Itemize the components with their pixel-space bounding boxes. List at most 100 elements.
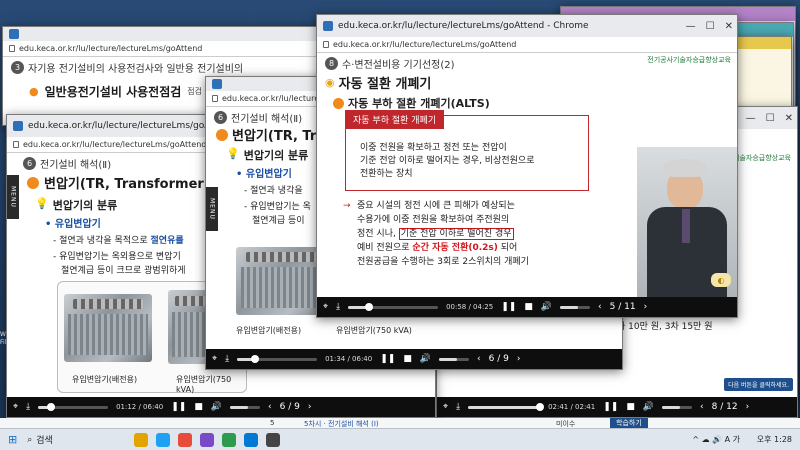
front-para-line-3: 정전 시나, 기준 전압 이하로 떨어진 경우 bbox=[357, 227, 529, 241]
stop-icon[interactable]: ■ bbox=[194, 402, 203, 412]
key-icon: ◉ bbox=[325, 76, 335, 89]
back2-menu-tab[interactable]: MENU bbox=[7, 175, 19, 219]
mid-heading: 변압기(TR, Tr bbox=[232, 129, 317, 144]
download-icon[interactable]: ⤓ bbox=[456, 402, 460, 412]
edge-icon[interactable] bbox=[156, 432, 171, 447]
minimize-icon[interactable]: — bbox=[746, 113, 756, 124]
chevron-left-icon[interactable]: ‹ bbox=[268, 402, 272, 412]
volume-icon[interactable]: 🔊 bbox=[643, 402, 654, 412]
mid-img1-caption: 유입변압기(배전용) bbox=[236, 326, 302, 335]
back2-sub: 변압기의 분류 bbox=[52, 199, 118, 212]
front-brand: 전기공사기술자승급향상교육 bbox=[647, 56, 731, 64]
back1-titlebar bbox=[3, 27, 321, 41]
mid-volume-slider[interactable] bbox=[439, 357, 470, 361]
right-progress-bar[interactable] bbox=[468, 402, 545, 411]
download-icon[interactable]: ⤓ bbox=[225, 354, 229, 364]
mid-line1-text: 절연과 냉각을 bbox=[250, 186, 303, 196]
mid-time: 01:34 / 06:40 bbox=[325, 355, 373, 363]
download-icon[interactable]: ⤓ bbox=[26, 402, 30, 412]
app-icon-2[interactable] bbox=[222, 432, 237, 447]
instructor-hair bbox=[663, 159, 707, 177]
minimize-icon[interactable]: — bbox=[686, 21, 696, 32]
windows-icon[interactable]: ⊞ bbox=[8, 433, 17, 446]
front-paragraph: 중요 시설의 정전 시에 큰 피해가 예상되는 수용가에 이중 전원을 확보하여… bbox=[357, 199, 529, 269]
chevron-right-icon[interactable]: › bbox=[517, 354, 521, 364]
instructor-video: ◐ bbox=[637, 147, 737, 299]
location-icon[interactable]: ⌖ bbox=[212, 354, 217, 364]
back2-bullet-text: 유입변압기 bbox=[54, 219, 101, 230]
back2-url: edu.keca.or.kr/lu/lecture/lectureLms/goA… bbox=[23, 140, 207, 149]
mid-page: 6 / 9 bbox=[488, 354, 509, 364]
location-icon[interactable]: ⌖ bbox=[443, 402, 448, 412]
file-explorer-icon[interactable] bbox=[134, 432, 149, 447]
front-window-title: edu.keca.or.kr/lu/lecture/lectureLms/goA… bbox=[338, 21, 589, 31]
front-page: 5 / 11 bbox=[609, 302, 636, 312]
front-sub: 자동 부하 절환 개폐기(ALTS) bbox=[348, 97, 490, 110]
close-icon[interactable]: ✕ bbox=[725, 21, 733, 32]
back2-volume-slider[interactable] bbox=[230, 405, 261, 409]
right-player-controls: ⌖ ⤓ 02:41 / 02:41 ❚❚ ■ 🔊 ‹ 8 / 12 › bbox=[437, 397, 797, 417]
front-address-bar[interactable]: edu.keca.or.kr/lu/lecture/lectureLms/goA… bbox=[317, 37, 737, 53]
pause-icon[interactable]: ❚❚ bbox=[171, 402, 186, 412]
mid-menu-tab[interactable]: MENU bbox=[206, 187, 218, 231]
volume-icon[interactable]: 🔊 bbox=[541, 302, 552, 312]
front-lesson-title: 수·변전설비용 기기선정(2) bbox=[342, 59, 455, 71]
definition-line-2: 기준 전압 이하로 떨어지는 경우, 비상전원으로 bbox=[360, 156, 535, 166]
mid-bullet-text: 유입변압기 bbox=[245, 169, 292, 180]
back2-progress-bar[interactable] bbox=[38, 402, 109, 411]
right-volume-slider[interactable] bbox=[662, 405, 693, 409]
mid-sub-row: 💡 변압기의 분류 bbox=[226, 147, 308, 163]
app-icon-1[interactable] bbox=[200, 432, 215, 447]
location-icon[interactable]: ⌖ bbox=[13, 402, 18, 412]
taskbar-search[interactable]: 검색 bbox=[36, 433, 126, 446]
instructor-tie bbox=[682, 209, 690, 243]
chevron-left-icon[interactable]: ‹ bbox=[477, 354, 481, 364]
chevron-right-icon[interactable]: › bbox=[308, 402, 312, 412]
front-volume-slider[interactable] bbox=[560, 305, 591, 309]
front-para-3a: 정전 시나, bbox=[357, 229, 396, 239]
app-icon-3[interactable] bbox=[244, 432, 259, 447]
chevron-right-icon[interactable]: › bbox=[644, 302, 648, 312]
pause-icon[interactable]: ❚❚ bbox=[603, 402, 618, 412]
system-tray[interactable]: ^ ☁ 🔊 A 가 bbox=[692, 434, 740, 445]
front-heading-row: ◉ 자동 절환 개폐기 bbox=[325, 73, 431, 92]
pause-icon[interactable]: ❚❚ bbox=[380, 354, 395, 364]
stop-icon[interactable]: ■ bbox=[626, 402, 635, 412]
back2-img1-caption: 유입변압기(배전용) bbox=[72, 375, 138, 384]
mid-progress-bar[interactable] bbox=[237, 354, 318, 363]
front-progress-bar[interactable] bbox=[348, 302, 439, 311]
mid-heading-row: 변압기(TR, Tr bbox=[216, 125, 316, 144]
app-icon-4[interactable] bbox=[266, 432, 281, 447]
back2-sub-row: 💡 변압기의 분류 bbox=[35, 197, 117, 213]
bulb-icon: 💡 bbox=[35, 197, 49, 210]
lock-icon bbox=[13, 141, 19, 148]
mid-img2-caption: 유입변압기(750 kVA) bbox=[336, 326, 412, 335]
stop-icon[interactable]: ■ bbox=[524, 302, 533, 312]
back1-lesson-num: 3 bbox=[11, 60, 24, 74]
lock-icon bbox=[212, 95, 218, 102]
right-page: 8 / 12 bbox=[711, 402, 738, 412]
camera-toggle-icon[interactable]: ◐ bbox=[711, 273, 731, 287]
back1-address-bar[interactable]: edu.keca.or.kr/lu/lecture/lectureLms/goA… bbox=[3, 41, 321, 57]
chevron-left-icon[interactable]: ‹ bbox=[598, 302, 602, 312]
download-icon[interactable]: ⤓ bbox=[336, 302, 340, 312]
maximize-icon[interactable]: ☐ bbox=[766, 113, 775, 124]
stop-icon[interactable]: ■ bbox=[403, 354, 412, 364]
pause-icon[interactable]: ❚❚ bbox=[501, 302, 516, 312]
orange-bullet-icon bbox=[216, 128, 228, 141]
next-hint-button[interactable]: 다음 버튼을 클릭하세요. bbox=[724, 378, 793, 391]
search-icon[interactable]: ⌕ bbox=[27, 435, 32, 445]
back2-line2-text: 유입변압기는 옥외용으로 변압기 bbox=[59, 252, 181, 262]
volume-icon[interactable]: 🔊 bbox=[211, 402, 222, 412]
taskbar: ⊞ ⌕ 검색 ^ ☁ 🔊 A 가 오후 1:28 bbox=[0, 428, 800, 450]
course-status-strip: 5 5차시 · 전기설비 해석 (Ⅰ) 미이수 학습하기 bbox=[0, 418, 800, 428]
location-icon[interactable]: ⌖ bbox=[323, 302, 328, 312]
close-icon[interactable]: ✕ bbox=[785, 113, 793, 124]
study-button[interactable]: 학습하기 bbox=[610, 418, 648, 428]
chrome-taskbar-icon[interactable] bbox=[178, 432, 193, 447]
chevron-left-icon[interactable]: ‹ bbox=[700, 402, 704, 412]
volume-icon[interactable]: 🔊 bbox=[420, 354, 431, 364]
maximize-icon[interactable]: ☐ bbox=[706, 21, 715, 32]
chevron-right-icon[interactable]: › bbox=[746, 402, 750, 412]
front-player-controls: ⌖ ⤓ 00:58 / 04:25 ❚❚ ■ 🔊 ‹ 5 / 11 › bbox=[317, 297, 737, 317]
